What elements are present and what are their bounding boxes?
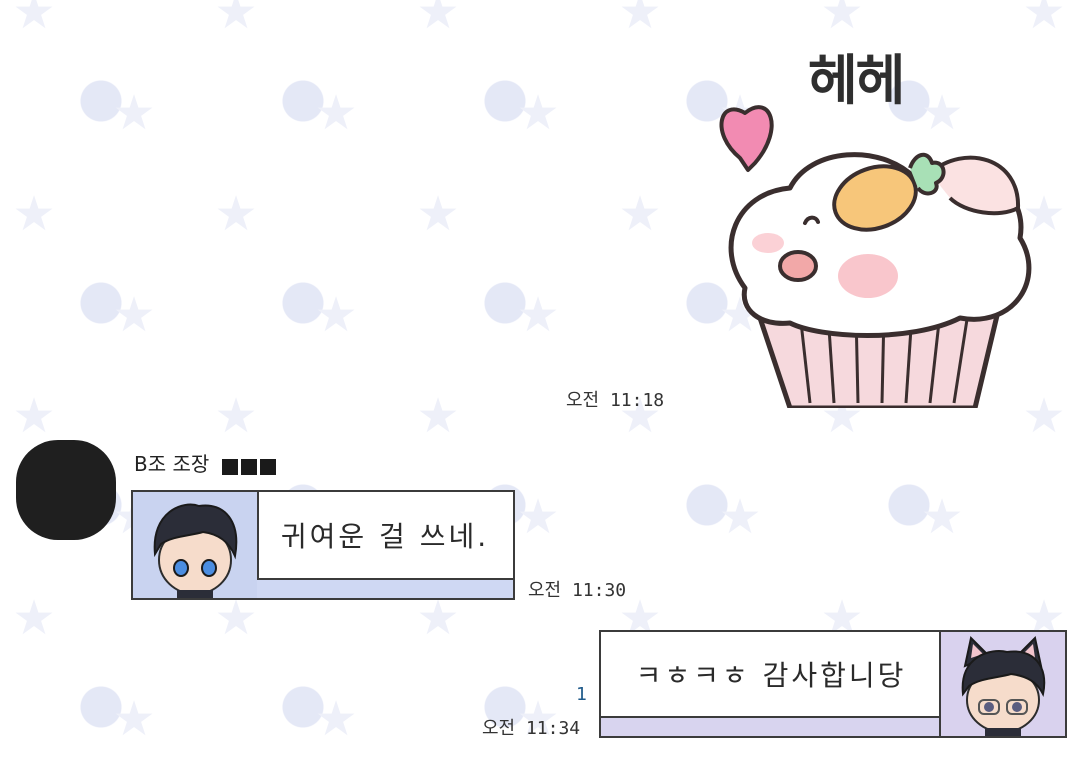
message-text-area: ㅋㅎㅋㅎ 감사합니당 — [601, 632, 941, 716]
cat-ear-boy-character-icon — [961, 635, 1046, 736]
background-star-icon: ★ — [12, 0, 56, 40]
background-star-icon: ★ — [618, 0, 662, 40]
incoming-message-text: 귀여운 걸 쓰네. — [280, 520, 490, 553]
background-star-icon: ★ — [920, 489, 964, 545]
background-star-icon: ★ — [416, 388, 460, 444]
outgoing-timestamp: 오전 11:34 — [482, 718, 581, 739]
unread-count: 1 — [576, 684, 587, 705]
sticker-timestamp: 오전 11:18 — [566, 390, 665, 411]
background-star-icon: ★ — [214, 0, 258, 40]
character-portrait — [939, 632, 1065, 736]
background-star-icon: ★ — [416, 186, 460, 242]
background-star-icon: ★ — [416, 0, 460, 40]
cupcake-sticker-icon — [719, 105, 1032, 408]
sender-name-text: B조 조장 — [134, 452, 210, 476]
background-star-icon: ★ — [314, 287, 358, 343]
background-star-icon: ★ — [214, 590, 258, 646]
sender-name[interactable]: B조 조장 — [134, 448, 279, 478]
background-star-icon: ★ — [314, 691, 358, 747]
background-star-icon: ★ — [516, 489, 560, 545]
background-star-icon: ★ — [516, 287, 560, 343]
background-star-icon: ★ — [516, 85, 560, 141]
character-portrait — [133, 492, 259, 598]
sticker-message[interactable]: 헤헤 — [700, 28, 1060, 408]
boy-character-icon — [153, 503, 238, 598]
incoming-timestamp: 오전 11:30 — [528, 580, 627, 601]
background-star-icon: ★ — [12, 186, 56, 242]
heart-shape — [719, 105, 774, 172]
background-star-icon: ★ — [112, 691, 156, 747]
background-star-icon: ★ — [112, 287, 156, 343]
background-star-icon: ★ — [314, 85, 358, 141]
message-text-area: 귀여운 걸 쓰네. — [257, 492, 513, 578]
sender-avatar[interactable] — [16, 440, 116, 540]
background-star-icon: ★ — [618, 186, 662, 242]
bubble-footer-band — [257, 578, 513, 598]
bubble-footer-band — [601, 716, 941, 736]
background-star-icon: ★ — [112, 85, 156, 141]
background-star-icon: ★ — [718, 489, 762, 545]
redacted-name-blocks — [221, 454, 279, 478]
background-star-icon: ★ — [214, 186, 258, 242]
background-star-icon: ★ — [12, 388, 56, 444]
background-star-icon: ★ — [12, 590, 56, 646]
incoming-message-bubble[interactable]: 귀여운 걸 쓰네. — [131, 490, 515, 600]
background-star-icon: ★ — [416, 590, 460, 646]
outgoing-message-text: ㅋㅎㅋㅎ 감사합니당 — [635, 659, 907, 692]
background-star-icon: ★ — [214, 388, 258, 444]
outgoing-message-bubble[interactable]: ㅋㅎㅋㅎ 감사합니당 — [599, 630, 1067, 738]
